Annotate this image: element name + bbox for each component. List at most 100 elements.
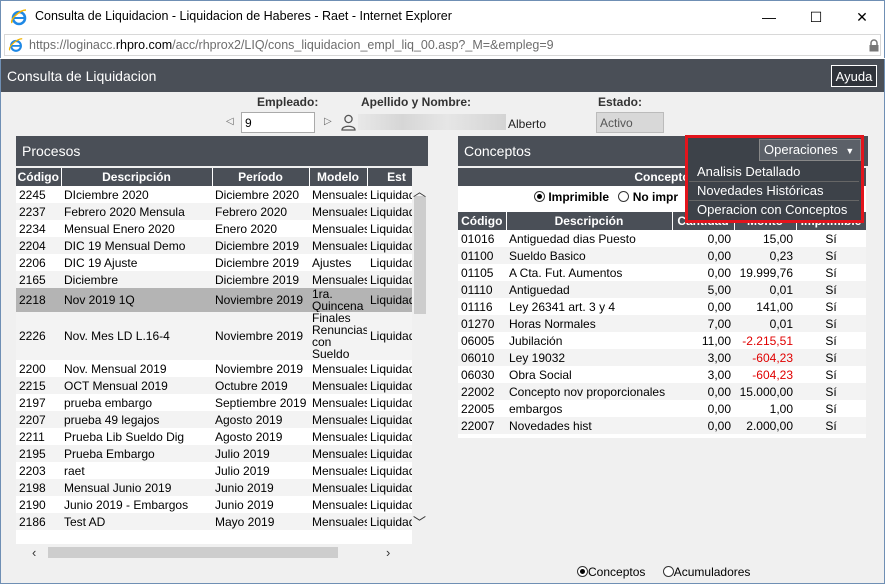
table-row[interactable]: 2234 Mensual Enero 2020 Enero 2020 Mensuale… [16, 220, 412, 237]
table-cell: Liquidad [367, 496, 412, 513]
table-cell: -604,23 [734, 366, 796, 383]
operaciones-button[interactable]: Operaciones ▼ [759, 139, 861, 161]
table-row[interactable]: 2197 prueba embargo Septiembre 2019 Mensual… [16, 394, 412, 411]
column-header[interactable]: Est [367, 168, 412, 186]
column-header[interactable]: Descripción [61, 168, 213, 186]
table-row[interactable]: 2211 Prueba Lib Sueldo Dig Agosto 2019 Mens… [16, 428, 412, 445]
table-cell: Liquidad [367, 186, 412, 203]
menu-item-operacion-con-conceptos[interactable]: Operacion con Conceptos [689, 201, 859, 220]
column-header[interactable]: Código [458, 212, 507, 230]
table-row[interactable]: 01100 Sueldo Basico 0,00 0,23 Sí [458, 247, 866, 264]
radio-acumuladores[interactable] [662, 566, 674, 577]
scroll-left-icon[interactable]: ‹ [32, 545, 36, 560]
table-cell: 2204 [16, 237, 61, 254]
table-cell: 0,00 [672, 247, 734, 264]
table-row[interactable]: 2245 DIciembre 2020 Diciembre 2020 Mensuale… [16, 186, 412, 203]
table-cell: 2.000,00 [734, 417, 796, 434]
column-header[interactable]: Descripción [506, 212, 673, 230]
menu-item-novedades-historicas[interactable]: Novedades Históricas [689, 182, 859, 201]
table-cell: Liquidad [367, 428, 412, 445]
table-row[interactable]: 2206 DIC 19 Ajuste Diciembre 2019 Ajustes Li… [16, 254, 412, 271]
table-row[interactable]: 2165 Diciembre Diciembre 2019 Mensuales Liqu… [16, 271, 412, 288]
column-header[interactable]: Modelo [309, 168, 368, 186]
table-cell: Mensual Junio 2019 [61, 479, 212, 496]
table-cell: Diciembre 2019 [212, 237, 309, 254]
empleado-input[interactable] [241, 112, 315, 133]
table-row[interactable]: 06005 Jubilación 11,00 -2.215,51 Sí [458, 332, 866, 349]
table-cell: 3,00 [672, 366, 734, 383]
table-row[interactable]: 2200 Nov. Mensual 2019 Noviembre 2019 Mensu… [16, 360, 412, 377]
table-cell: 1,00 [734, 400, 796, 417]
table-cell: Mensuales [309, 377, 367, 394]
table-row[interactable]: 2203 raet Julio 2019 Mensuales Liquidad [16, 462, 412, 479]
table-cell: Diciembre 2020 [212, 186, 309, 203]
table-cell: Jubilación [506, 332, 672, 349]
table-cell: Antiguedad [506, 281, 672, 298]
table-row[interactable]: 2198 Mensual Junio 2019 Junio 2019 Mensuale… [16, 479, 412, 496]
table-row[interactable]: 2215 OCT Mensual 2019 Octubre 2019 Mensuale… [16, 377, 412, 394]
table-cell: DIC 19 Mensual Demo [61, 237, 212, 254]
scroll-right-icon[interactable]: › [386, 545, 390, 560]
scroll-up-icon[interactable]: ︿ [413, 181, 426, 200]
table-row[interactable]: 2237 Febrero 2020 Mensula Febrero 2020 Mens… [16, 203, 412, 220]
next-employee-arrow-icon[interactable]: ▷ [324, 116, 332, 127]
radio-noimprimible[interactable] [618, 191, 630, 202]
table-row[interactable]: 22002 Concepto nov proporcionales 0,00 15.0… [458, 383, 866, 400]
table-cell: DIC 19 Ajuste [61, 254, 212, 271]
table-row[interactable]: 01270 Horas Normales 7,00 0,01 Sí [458, 315, 866, 332]
url-field[interactable]: https://loginacc.rhpro.com/acc/rhprox2/L… [4, 34, 881, 56]
table-cell: Prueba Embargo [61, 445, 212, 462]
table-cell: Mensuales [309, 513, 367, 530]
table-cell: 22007 [458, 417, 506, 434]
table-row[interactable]: 01116 Ley 26341 art. 3 y 4 0,00 141,00 Sí [458, 298, 866, 315]
table-row[interactable]: 01016 Antiguedad dias Puesto 0,00 15,00 Sí [458, 230, 866, 247]
radio-conceptos[interactable] [577, 566, 588, 577]
scroll-down-icon[interactable]: ﹀ [413, 512, 426, 531]
radio-conceptos-label: Conceptos [588, 565, 646, 579]
table-row[interactable]: 2207 prueba 49 legajos Agosto 2019 Mensuale… [16, 411, 412, 428]
table-cell: 19.999,76 [734, 264, 796, 281]
table-cell: 2197 [16, 394, 61, 411]
table-row[interactable]: 2195 Prueba Embargo Julio 2019 Mensuales Liq… [16, 445, 412, 462]
table-cell: 1ra. Quincena [309, 288, 367, 312]
table-row[interactable]: 2190 Junio 2019 - Embargos Junio 2019 Mensu… [16, 496, 412, 513]
table-cell: Febrero 2020 Mensula [61, 203, 212, 220]
table-cell: Liquidad [367, 462, 412, 479]
table-cell: Nov 2019 1Q [61, 288, 212, 312]
table-cell: 2218 [16, 288, 61, 312]
table-cell: Liquidad [367, 513, 412, 530]
minimize-button[interactable]: — [746, 1, 792, 33]
radio-acumuladores-label: Acumuladores [673, 565, 751, 579]
table-row[interactable]: 2226 Nov. Mes LD L.16-4 Noviembre 2019 Fina… [16, 312, 412, 360]
menu-item-analisis-detallado[interactable]: Analisis Detallado [689, 163, 859, 182]
table-row[interactable]: 2218 Nov 2019 1Q Noviembre 2019 1ra. Quince… [16, 288, 412, 312]
table-cell: Mensuales [309, 496, 367, 513]
radio-imprimible[interactable] [534, 191, 545, 202]
table-row[interactable]: 2186 Test AD Mayo 2019 Mensuales Liquidad [16, 513, 412, 530]
table-cell: Finales Renuncias con Sueldo [309, 312, 367, 360]
help-button[interactable]: Ayuda [831, 65, 877, 87]
table-cell: Mensuales [309, 462, 367, 479]
close-button[interactable]: ✕ [839, 1, 885, 33]
table-row[interactable]: 2204 DIC 19 Mensual Demo Diciembre 2019 Men… [16, 237, 412, 254]
table-cell: Octubre 2019 [212, 377, 309, 394]
scrollbar-thumb[interactable] [48, 547, 338, 558]
table-cell: Liquidad [367, 360, 412, 377]
table-cell: Ley 19032 [506, 349, 672, 366]
table-row[interactable]: 06030 Obra Social 3,00 -604,23 Sí [458, 366, 866, 383]
table-cell: 2234 [16, 220, 61, 237]
table-cell: Liquidad [367, 254, 412, 271]
table-row[interactable]: 01105 A Cta. Fut. Aumentos 0,00 19.999,76 Sí [458, 264, 866, 281]
column-header[interactable]: Período [212, 168, 310, 186]
table-cell: Junio 2019 [212, 479, 309, 496]
table-row[interactable]: 22005 embargos 0,00 1,00 Sí [458, 400, 866, 417]
prev-employee-arrow-icon[interactable]: ◁ [226, 116, 234, 127]
maximize-button[interactable]: ☐ [793, 1, 839, 33]
column-header[interactable]: Código [16, 168, 62, 186]
table-cell: 2245 [16, 186, 61, 203]
table-row[interactable]: 22007 Novedades hist 0,00 2.000,00 Sí [458, 417, 866, 434]
table-row[interactable]: 01110 Antiguedad 5,00 0,01 Sí [458, 281, 866, 298]
table-row[interactable]: 06010 Ley 19032 3,00 -604,23 Sí [458, 349, 866, 366]
scrollbar-thumb[interactable] [414, 196, 426, 314]
person-icon[interactable] [341, 114, 356, 131]
